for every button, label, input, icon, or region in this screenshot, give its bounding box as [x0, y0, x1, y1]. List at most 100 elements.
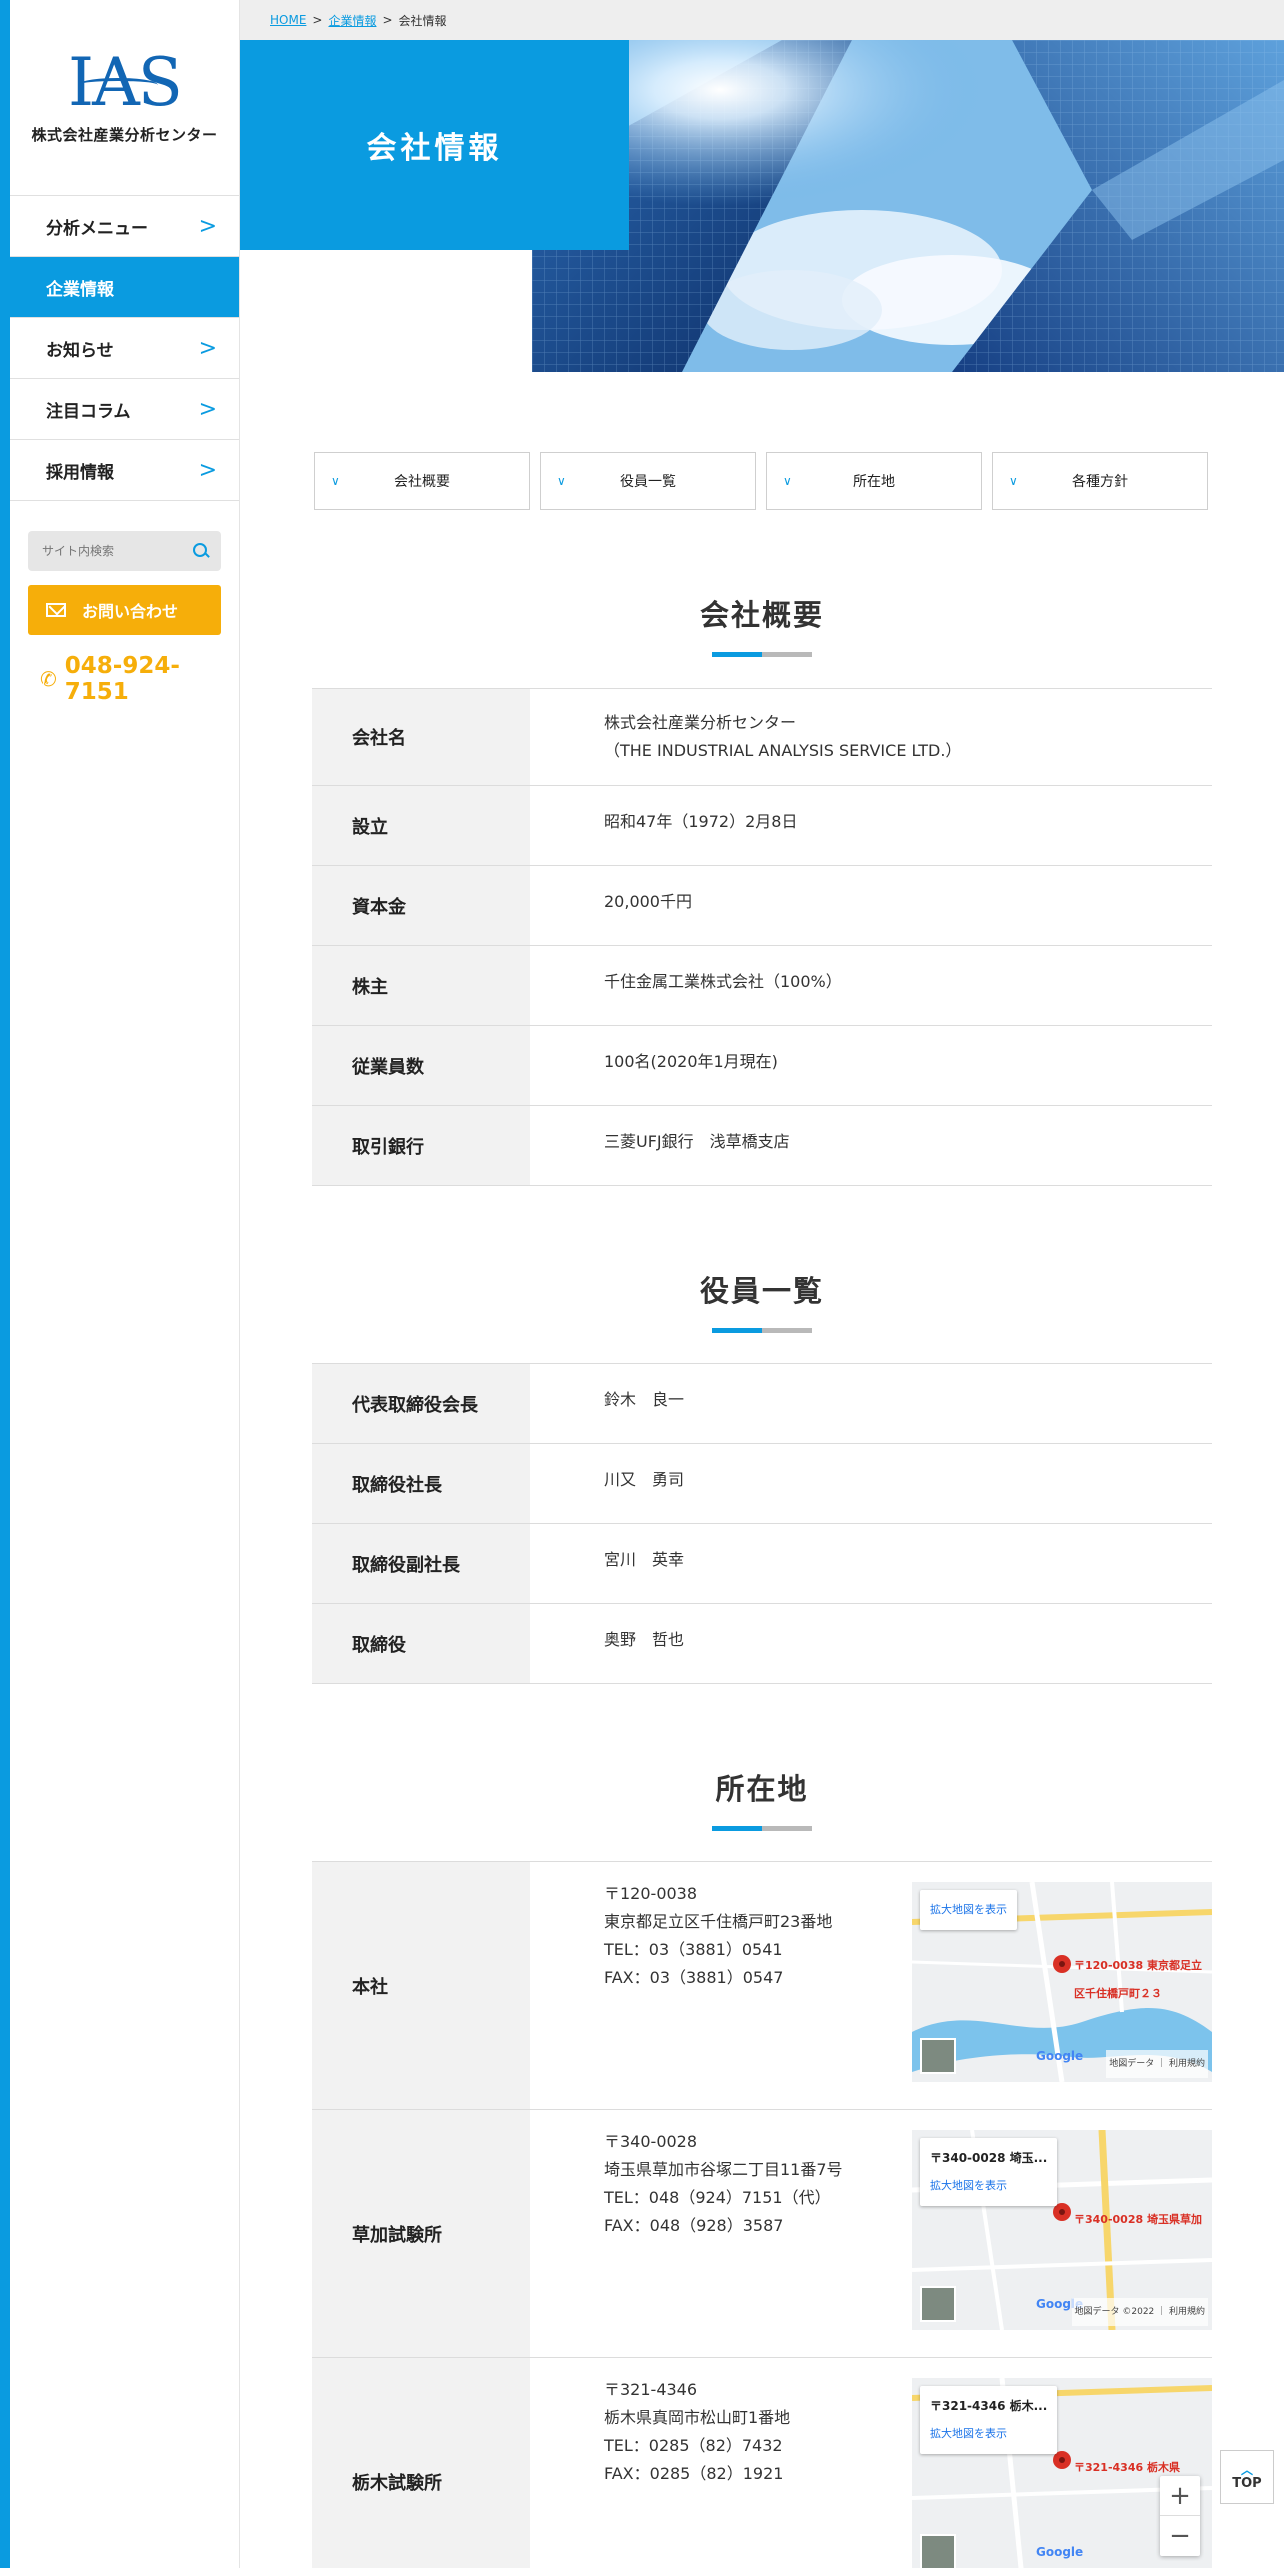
table-row: 本社 〒120-0038 東京都足立区千住橋戸町23番地 TEL：03（3881…	[312, 1862, 1212, 2110]
site-search	[28, 531, 221, 571]
contact-button-label: お問い合わせ	[82, 602, 179, 621]
tel: TEL：0285（82）7432	[604, 2436, 783, 2455]
row-label: 取引銀行	[312, 1106, 530, 1185]
table-row: 資本金 20,000千円	[312, 866, 1212, 946]
address: 東京都足立区千住橋戸町23番地	[604, 1912, 833, 1931]
tab-policies[interactable]: ∨ 各種方針	[992, 452, 1208, 510]
table-row: 会社名 株式会社産業分析センター （THE INDUSTRIAL ANALYSI…	[312, 689, 1212, 786]
search-icon[interactable]	[192, 542, 207, 560]
row-label: 取締役副社長	[312, 1524, 530, 1603]
sidebar-item-label: 注目コラム	[46, 401, 131, 422]
tab-locations[interactable]: ∨ 所在地	[766, 452, 982, 510]
table-row: 従業員数 100名(2020年1月現在)	[312, 1026, 1212, 1106]
row-value: 〒340-0028 埼玉県草加市谷塚二丁目11番7号 TEL：048（924）7…	[530, 2110, 1212, 2357]
phone-icon: ✆	[40, 667, 57, 691]
chevron-right-icon: >	[198, 213, 217, 239]
tab-overview[interactable]: ∨ 会社概要	[314, 452, 530, 510]
chevron-right-icon: >	[198, 457, 217, 483]
map-card-address: 〒340-0028 埼玉...	[930, 2151, 1048, 2165]
logo-company-name: 株式会社産業分析センター	[31, 126, 218, 144]
row-label: 代表取締役会長	[312, 1364, 530, 1443]
logo-mark: IAS	[68, 44, 183, 121]
address-block: 〒340-0028 埼玉県草加市谷塚二丁目11番7号 TEL：048（924）7…	[604, 2128, 843, 2357]
sidebar-item-column[interactable]: 注目コラム >	[10, 379, 239, 440]
section-title-overview: 会社概要	[699, 598, 824, 632]
breadcrumb: HOME > 企業情報 > 会社情報	[240, 0, 1284, 40]
breadcrumb-home-link[interactable]: HOME	[270, 13, 306, 27]
address-block: 〒321-4346 栃木県真岡市松山町1番地 TEL：0285（82）7432 …	[604, 2376, 790, 2568]
map-hq[interactable]: 拡大地図を表示 〒120-0038 東京都足立区千住橋戸町２３ Google 地…	[912, 1882, 1212, 2082]
zoom-out-button[interactable]: −	[1160, 2516, 1200, 2556]
phone-number-text: 048-924-7151	[64, 653, 180, 705]
row-label: 栃木試験所	[312, 2358, 530, 2568]
map-satellite-toggle[interactable]	[920, 2286, 956, 2322]
map-soka[interactable]: 〒340-0028 埼玉... 拡大地図を表示 〒340-0028 埼玉県草加 …	[912, 2130, 1212, 2330]
row-value: 千住金属工業株式会社（100%）	[604, 972, 842, 991]
chevron-right-icon: >	[198, 396, 217, 422]
row-label: 本社	[312, 1862, 530, 2109]
table-row: 株主 千住金属工業株式会社（100%）	[312, 946, 1212, 1026]
postal-code: 〒321-4346	[604, 2380, 698, 2399]
left-accent-stripe	[0, 0, 10, 2568]
sidebar-item-analysis-menu[interactable]: 分析メニュー >	[10, 196, 239, 257]
title-underline	[712, 652, 812, 657]
map-enlarge-link[interactable]: 拡大地図を表示	[930, 2172, 1047, 2200]
page-title: 会社情報	[366, 131, 503, 166]
tab-label: 役員一覧	[620, 474, 676, 490]
hero-image	[532, 40, 1284, 372]
row-label: 取締役社長	[312, 1444, 530, 1523]
map-attribution[interactable]: 地図データ ｜ 利用規約	[1106, 2050, 1208, 2078]
table-row: 設立 昭和47年（1972）2月8日	[312, 786, 1212, 866]
company-name-ja: 株式会社産業分析センター	[604, 713, 797, 732]
table-row: 草加試験所 〒340-0028 埼玉県草加市谷塚二丁目11番7号 TEL：048…	[312, 2110, 1212, 2358]
row-label: 従業員数	[312, 1026, 530, 1105]
fax: FAX：048（928）3587	[604, 2216, 784, 2235]
map-enlarge-link[interactable]: 拡大地図を表示	[930, 2420, 1047, 2448]
section-tabs: ∨ 会社概要 ∨ 役員一覧 ∨ 所在地 ∨ 各種方針	[314, 452, 1208, 510]
row-value: 三菱UFJ銀行 浅草橋支店	[604, 1132, 790, 1151]
main-content: HOME > 企業情報 > 会社情報 会社情報 ∨ 会社概要 ∨ 役員一覧 ∨ …	[240, 0, 1284, 2568]
sidebar-item-label: 企業情報	[46, 279, 114, 300]
zoom-in-button[interactable]: +	[1160, 2476, 1200, 2516]
title-underline	[712, 1328, 812, 1333]
table-row: 取締役副社長 宮川 英幸	[312, 1524, 1212, 1604]
map-enlarge-link[interactable]: 拡大地図を表示	[930, 1896, 1007, 1924]
company-name-en: （THE INDUSTRIAL ANALYSIS SERVICE LTD.）	[604, 741, 962, 760]
row-value: 20,000千円	[604, 892, 692, 911]
row-label: 株主	[312, 946, 530, 1025]
address-block: 〒120-0038 東京都足立区千住橋戸町23番地 TEL：03（3881）05…	[604, 1880, 832, 2109]
title-underline	[712, 1826, 812, 1831]
chevron-up-icon: ︿	[1240, 2462, 1253, 2477]
row-label: 設立	[312, 786, 530, 865]
breadcrumb-separator: >	[312, 13, 323, 27]
breadcrumb-company-link[interactable]: 企業情報	[328, 12, 376, 29]
map-info-card: 〒321-4346 栃木... 拡大地図を表示	[920, 2386, 1058, 2454]
map-satellite-toggle[interactable]	[920, 2534, 956, 2568]
fax: FAX：03（3881）0547	[604, 1968, 784, 1987]
sidebar-item-news[interactable]: お知らせ >	[10, 318, 239, 379]
postal-code: 〒340-0028	[604, 2132, 698, 2151]
table-row: 取引銀行 三菱UFJ銀行 浅草橋支店	[312, 1106, 1212, 1186]
sidebar-item-company-info[interactable]: 企業情報	[10, 257, 239, 318]
logo[interactable]: IAS 株式会社産業分析センター	[10, 0, 239, 196]
row-value: 奥野 哲也	[604, 1630, 685, 1649]
map-card-address: 〒321-4346 栃木...	[930, 2399, 1048, 2413]
back-to-top-button[interactable]: ︿ TOP	[1220, 2450, 1274, 2504]
search-input[interactable]	[42, 544, 192, 558]
row-label: 草加試験所	[312, 2110, 530, 2357]
phone-number[interactable]: ✆ 048-924-7151	[40, 653, 239, 705]
table-row: 栃木試験所 〒321-4346 栃木県真岡市松山町1番地 TEL：0285（82…	[312, 2358, 1212, 2568]
contact-button[interactable]: お問い合わせ	[28, 585, 221, 635]
map-satellite-toggle[interactable]	[920, 2038, 956, 2074]
table-row: 取締役 奥野 哲也	[312, 1604, 1212, 1684]
breadcrumb-current: 会社情報	[398, 13, 447, 28]
map-attribution[interactable]: 地図データ ©2022 ｜ 利用規約	[1071, 2298, 1208, 2326]
hero-title-box: 会社情報	[240, 40, 629, 250]
fax: FAX：0285（82）1921	[604, 2464, 784, 2483]
tab-officers[interactable]: ∨ 役員一覧	[540, 452, 756, 510]
row-value: 昭和47年（1972）2月8日	[604, 812, 798, 831]
map-info-card: 〒340-0028 埼玉... 拡大地図を表示	[920, 2138, 1058, 2206]
sidebar-item-recruit[interactable]: 採用情報 >	[10, 440, 239, 501]
row-value: 川又 勇司	[604, 1470, 685, 1489]
row-value: 鈴木 良一	[604, 1390, 685, 1409]
